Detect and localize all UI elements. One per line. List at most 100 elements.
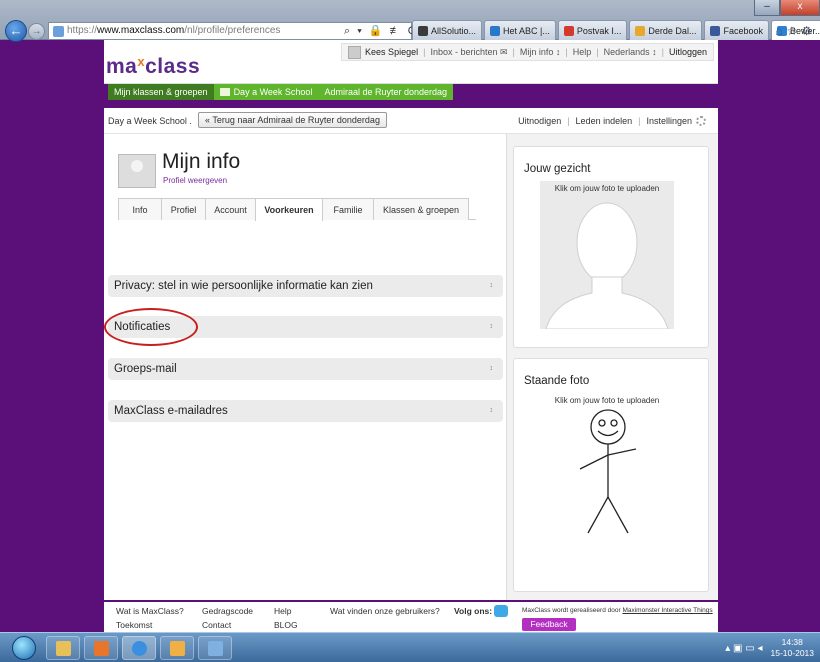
back-arrow-icon[interactable]: ← <box>5 20 27 42</box>
user-name-link[interactable]: Kees Spiegel <box>365 47 418 57</box>
url-scheme: https:// <box>67 25 98 36</box>
maxclass-site: maxclass Kees Spiegel | Inbox - berichte… <box>104 40 718 600</box>
tab-voorkeuren[interactable]: Voorkeuren <box>255 198 323 221</box>
tray-icons[interactable]: ▴ ▣ ▭ ◂ <box>725 643 762 654</box>
upload-hint: Klik om jouw foto te uploaden <box>554 396 660 405</box>
tab-familie[interactable]: Familie <box>322 198 374 220</box>
follow-label: Volg ons: <box>454 606 493 616</box>
tab-favicon-icon <box>710 25 721 36</box>
content-toolbar: Day a Week School . « Terug naar Admiraa… <box>104 108 718 134</box>
expand-icon: ↕ <box>489 282 494 289</box>
divider: | <box>661 47 664 57</box>
user-topbar: Kees Spiegel | Inbox - berichten ✉ | Mij… <box>341 43 714 61</box>
footer-link[interactable]: Toekomst <box>116 620 152 630</box>
back-to-group-button[interactable]: « Terug naar Admiraal de Ruyter donderda… <box>198 112 387 128</box>
standing-photo-title: Staande foto <box>524 375 590 387</box>
footer-link[interactable]: Help <box>274 606 291 616</box>
profile-tabs: Info Profiel Account Voorkeuren Familie … <box>118 198 476 221</box>
browser-tab[interactable]: Het ABC |... <box>484 20 556 40</box>
view-profile-link[interactable]: Profiel weergeven <box>163 176 227 185</box>
close-window-button[interactable]: x <box>780 0 820 16</box>
tab-account[interactable]: Account <box>205 198 256 220</box>
face-photo-title: Jouw gezicht <box>524 163 591 175</box>
tab-klassen-groepen[interactable]: Klassen & groepen <box>373 198 469 220</box>
privacy-section[interactable]: Privacy: stel in wie persoonlijke inform… <box>108 275 503 297</box>
browser-tab[interactable]: AllSolutio... <box>412 20 483 40</box>
twitter-icon[interactable] <box>494 605 508 617</box>
highlight-circle <box>104 308 198 346</box>
settings-link[interactable]: Instellingen <box>646 116 692 126</box>
nav-my-classes[interactable]: Mijn klassen & groepen <box>108 84 214 100</box>
taskbar-ie[interactable] <box>122 636 156 660</box>
help-link[interactable]: Help <box>573 47 592 57</box>
taskbar-paint[interactable] <box>198 636 232 660</box>
upload-hint: Klik om jouw foto te uploaden <box>554 184 660 193</box>
profile-panel: Mijn info Profiel weergeven Info Profiel… <box>104 134 506 600</box>
taskbar-media[interactable] <box>84 636 118 660</box>
divider: | <box>567 116 570 126</box>
media-player-icon <box>94 641 109 656</box>
class-navigation: Mijn klassen & groepen Day a Week School… <box>108 84 454 100</box>
logo-x: x <box>137 54 146 69</box>
paint-icon <box>208 641 223 656</box>
site-footer: Wat is MaxClass? Toekomst Gedragscode Co… <box>104 602 718 632</box>
footer-link[interactable]: BLOG <box>274 620 298 630</box>
clock-time: 14:38 <box>781 637 803 647</box>
taskbar-photos[interactable] <box>160 636 194 660</box>
credit-link[interactable]: Maximonster Interactive Things <box>622 607 712 614</box>
url-host: www.maxclass.com <box>97 25 185 36</box>
footer-link[interactable]: Wat is MaxClass? <box>116 606 184 616</box>
language-menu[interactable]: Nederlands ↕ <box>604 47 657 57</box>
mijn-info-menu[interactable]: Mijn info ↕ <box>520 47 561 57</box>
start-button[interactable] <box>12 636 36 660</box>
user-avatar[interactable] <box>348 45 362 59</box>
feedback-button[interactable]: Feedback <box>522 618 576 631</box>
invite-link[interactable]: Uitnodigen <box>518 116 561 126</box>
browser-tab[interactable]: Facebook <box>704 20 769 40</box>
divider: | <box>565 47 568 57</box>
tab-info[interactable]: Info <box>118 198 162 220</box>
maxclass-logo[interactable]: maxclass <box>106 54 200 79</box>
nav-school[interactable]: Day a Week School <box>213 84 319 100</box>
school-breadcrumb[interactable]: Day a Week School . <box>108 116 192 126</box>
nav-group[interactable]: Admiraal de Ruyter donderdag <box>318 84 454 100</box>
notifications-section[interactable]: Notificaties ↕ <box>104 308 503 346</box>
inbox-link[interactable]: Inbox - berichten ✉ <box>430 47 507 58</box>
arrange-members-link[interactable]: Leden indelen <box>576 116 633 126</box>
clock[interactable]: 14:38 15-10-2013 <box>771 637 814 659</box>
tab-label: Facebook <box>723 25 763 36</box>
footer-link[interactable]: Contact <box>202 620 231 630</box>
logout-link[interactable]: Uitloggen <box>669 47 707 57</box>
profile-avatar[interactable] <box>118 154 156 188</box>
taskbar-explorer[interactable] <box>46 636 80 660</box>
credit-prefix: MaxClass wordt gerealiseerd door <box>522 607 623 614</box>
silhouette-icon <box>545 202 669 329</box>
section-label: Privacy: stel in wie persoonlijke inform… <box>114 280 373 292</box>
group-mail-section[interactable]: Groeps-mail ↕ <box>108 358 503 380</box>
tab-favicon-icon <box>490 25 501 36</box>
tab-label: Het ABC |... <box>503 25 550 36</box>
standing-photo-upload[interactable]: Klik om jouw foto te uploaden <box>540 393 674 543</box>
minimize-button[interactable]: – <box>754 0 780 16</box>
browser-tab[interactable]: Postvak I... <box>557 20 628 40</box>
ie-icon <box>132 641 147 656</box>
divider: | <box>512 47 515 57</box>
footer-users-link[interactable]: Wat vinden onze gebruikers? <box>330 606 440 616</box>
window-controls: – x <box>754 0 820 16</box>
browser-toolbar: ← → https://www.maxclass.com/nl/profile/… <box>0 0 820 42</box>
tab-label: Postvak I... <box>576 25 622 36</box>
credit-text: MaxClass wordt gerealiseerd door Maximon… <box>522 607 713 614</box>
divider: | <box>423 47 426 57</box>
tab-profiel[interactable]: Profiel <box>161 198 206 220</box>
face-photo-upload[interactable]: Klik om jouw foto te uploaden <box>540 181 674 329</box>
gear-icon[interactable] <box>696 116 706 126</box>
browser-tab[interactable]: Derde Dal... <box>629 20 703 40</box>
email-section[interactable]: MaxClass e-mailadres ↕ <box>108 400 503 422</box>
footer-link[interactable]: Gedragscode <box>202 606 253 616</box>
forward-arrow-icon[interactable]: → <box>28 23 45 40</box>
expand-icon: ↕ <box>489 365 494 372</box>
site-header: maxclass Kees Spiegel | Inbox - berichte… <box>104 40 718 84</box>
section-label: MaxClass e-mailadres <box>114 405 228 417</box>
home-star-gear-icons[interactable]: ⌂☆⚙ <box>775 24 816 38</box>
divider: | <box>638 116 641 126</box>
